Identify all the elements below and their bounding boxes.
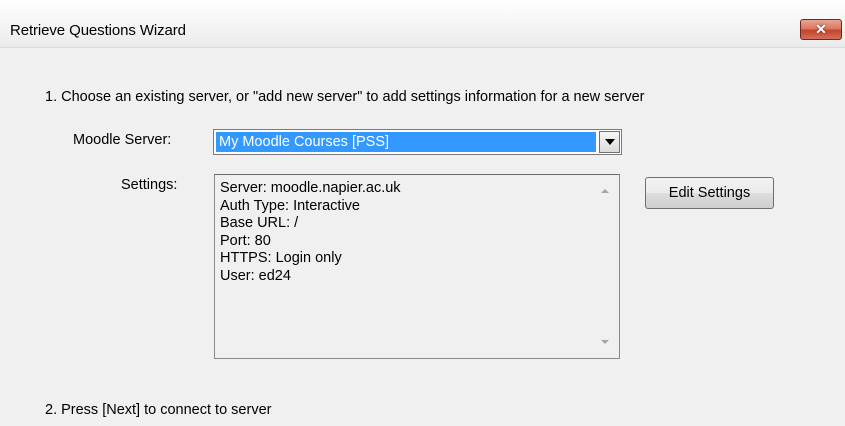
dropdown-button[interactable] [599,131,620,153]
step-1-instruction: 1. Choose an existing server, or "add ne… [45,89,645,105]
moodle-server-label: Moodle Server: [73,132,172,148]
scroll-up-arrow-icon[interactable] [601,189,609,193]
close-icon: ✕ [815,21,827,37]
settings-lines: Server: moodle.napier.ac.uk Auth Type: I… [220,180,401,286]
edit-settings-button[interactable]: Edit Settings [645,177,774,209]
close-button[interactable]: ✕ [800,19,842,40]
settings-line-base-url: Base URL: / [220,215,299,232]
scroll-down-arrow-icon[interactable] [601,340,609,344]
settings-line-server: Server: moodle.napier.ac.uk [220,180,401,196]
moodle-server-dropdown[interactable]: My Moodle Courses [PSS] [213,129,622,155]
settings-label: Settings: [121,177,178,193]
chevron-down-icon [604,139,615,145]
moodle-server-selected-value: My Moodle Courses [PSS] [216,132,596,152]
settings-textarea[interactable]: Server: moodle.napier.ac.uk Auth Type: I… [214,174,620,359]
wizard-window: Retrieve Questions Wizard ✕ 1. Choose an… [0,0,845,426]
settings-line-port: Port: 80 [220,232,271,249]
window-title: Retrieve Questions Wizard [10,22,186,39]
step-2-instruction: 2. Press [Next] to connect to server [45,402,272,418]
title-bar[interactable]: Retrieve Questions Wizard ✕ [0,0,845,48]
settings-line-auth-type: Auth Type: Interactive [220,197,360,214]
settings-line-user: User: ed24 [220,267,291,284]
settings-line-https: HTTPS: Login only [220,250,342,267]
